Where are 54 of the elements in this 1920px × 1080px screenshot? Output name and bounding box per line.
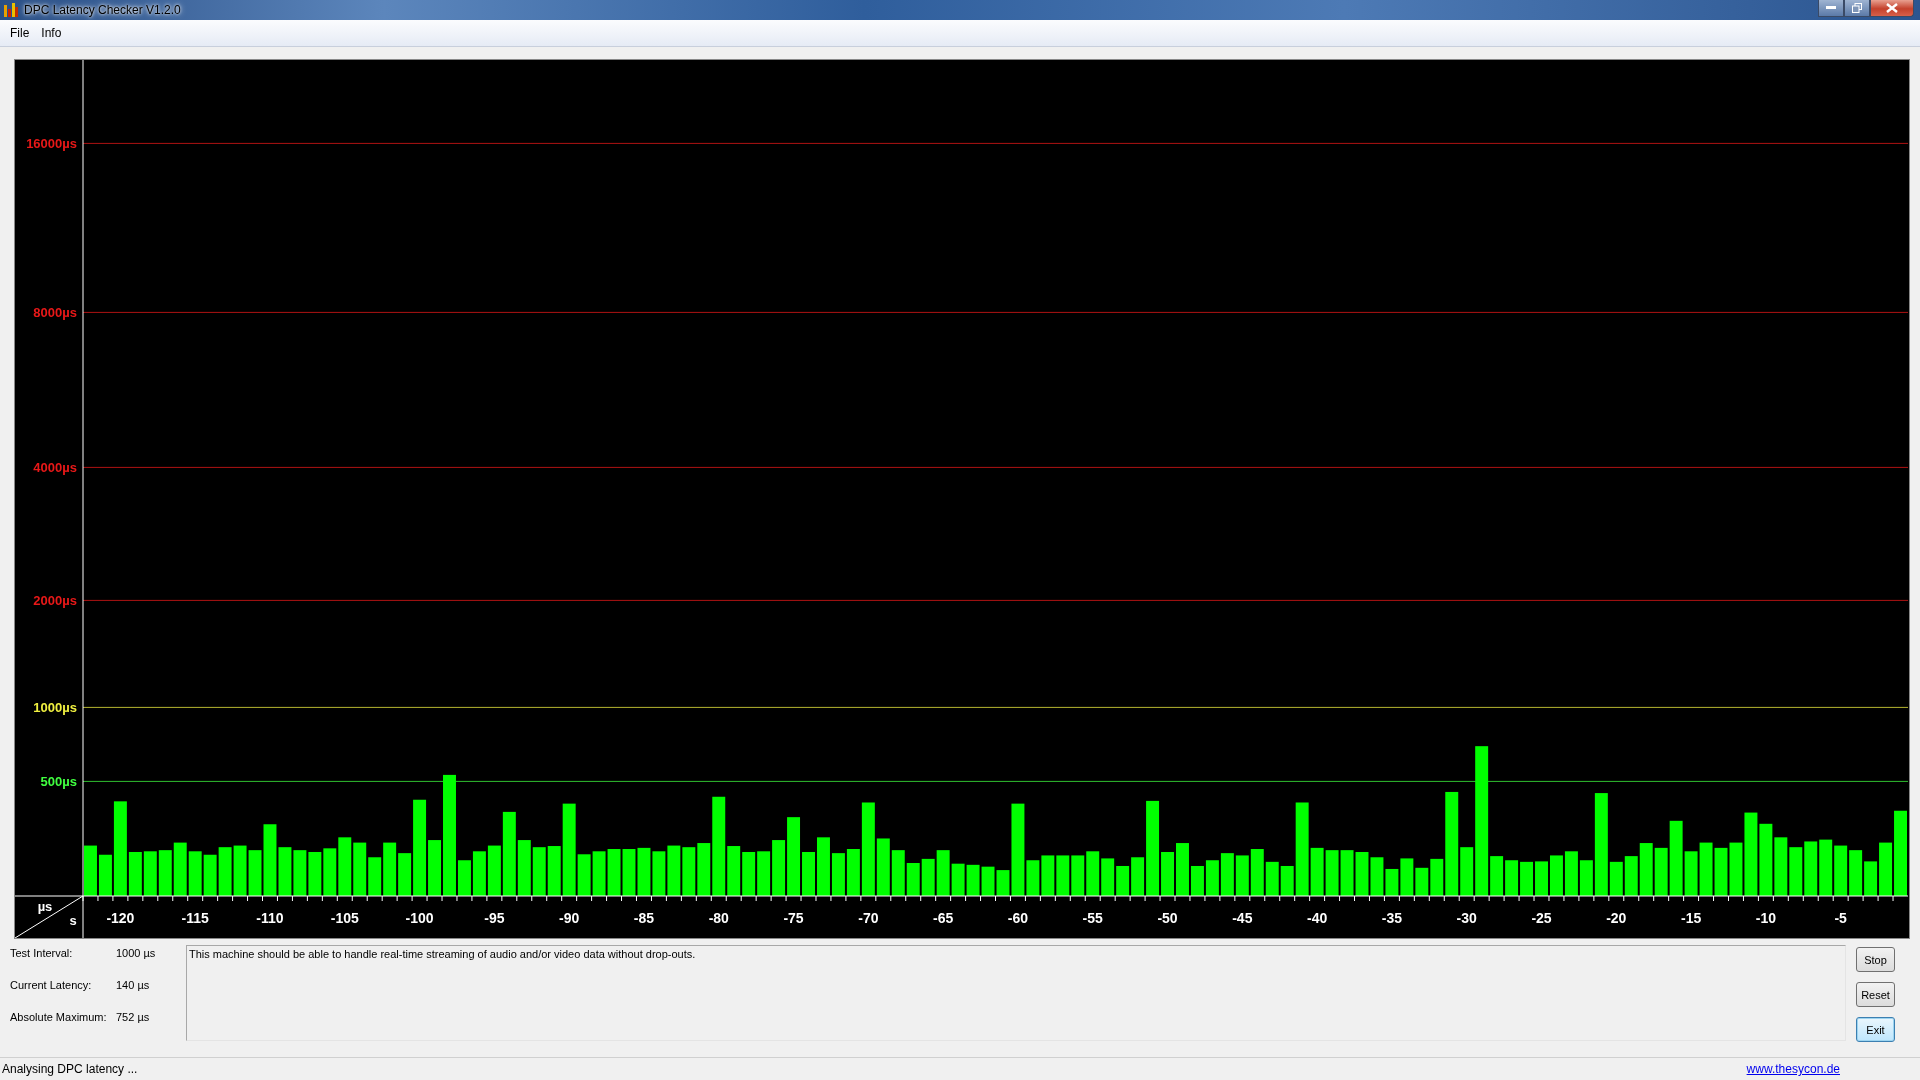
x-axis-label: -90: [559, 910, 580, 926]
x-axis-label: -75: [783, 910, 804, 926]
x-axis-label: -40: [1307, 910, 1328, 926]
x-axis-label: -105: [330, 910, 359, 926]
dialog-button[interactable]: Reset: [1856, 982, 1895, 1007]
minimize-button[interactable]: [1818, 0, 1844, 17]
close-button[interactable]: [1870, 0, 1914, 17]
x-axis-label: -10: [1755, 910, 1776, 926]
website-link[interactable]: www.thesycon.de: [1746, 1062, 1840, 1076]
x-axis-label: -45: [1232, 910, 1253, 926]
window-title: DPC Latency Checker V1.2.0: [24, 3, 181, 17]
x-axis-label: -110: [256, 910, 284, 926]
y-axis-label: 4000µs: [33, 460, 77, 476]
x-unit-label: s: [69, 913, 77, 928]
x-axis-label: -50: [1157, 910, 1178, 926]
field-label: Test Interval:: [10, 947, 74, 959]
close-icon: [1886, 3, 1898, 13]
restore-icon: [1852, 3, 1862, 13]
x-axis-label: -60: [1007, 910, 1029, 926]
bar-chart-icon: [4, 3, 18, 17]
maximize-button[interactable]: [1844, 0, 1870, 17]
x-axis-label: -25: [1531, 910, 1552, 926]
y-axis-label: 16000µs: [26, 136, 77, 152]
x-axis-label: -30: [1456, 910, 1477, 926]
y-axis-label: 500µs: [40, 774, 77, 790]
y-axis-label: 1000µs: [33, 700, 77, 716]
dialog-button[interactable]: Stop: [1856, 947, 1895, 972]
x-axis-label: -80: [708, 910, 729, 926]
field-value: 140 µs: [116, 979, 150, 991]
result-message: This machine should be able to handle real-time streaming of audio and/or video data without drop-outs.: [186, 945, 1846, 1041]
menu-item[interactable]: File: [4, 24, 36, 42]
status-text: Analysing DPC latency ...: [2, 1062, 138, 1076]
field-value: 752 µs: [116, 1011, 150, 1023]
y-axis-label: 2000µs: [33, 593, 77, 609]
x-axis-label: -5: [1834, 910, 1847, 926]
x-axis-label: -100: [405, 910, 434, 926]
field-value: 1000 µs: [116, 947, 156, 959]
x-axis-label: -85: [633, 910, 655, 926]
x-axis-label: -20: [1606, 910, 1627, 926]
dialog-button[interactable]: Exit: [1856, 1017, 1895, 1042]
x-axis-label: -115: [181, 910, 209, 926]
x-axis-label: -95: [484, 910, 505, 926]
field-label: Current Latency:: [10, 979, 93, 991]
x-axis-label: -70: [858, 910, 879, 926]
y-axis-label: 8000µs: [33, 305, 77, 321]
x-axis-label: -120: [106, 910, 135, 926]
y-unit-label: µs: [37, 899, 53, 914]
x-axis-label: -15: [1681, 910, 1702, 926]
x-axis-label: -55: [1082, 910, 1103, 926]
menu-item[interactable]: Info: [35, 24, 68, 42]
x-axis-label: -65: [933, 910, 954, 926]
minimize-icon: [1826, 6, 1836, 10]
x-axis-label: -35: [1381, 910, 1403, 926]
field-label: Absolute Maximum:: [10, 1011, 108, 1023]
